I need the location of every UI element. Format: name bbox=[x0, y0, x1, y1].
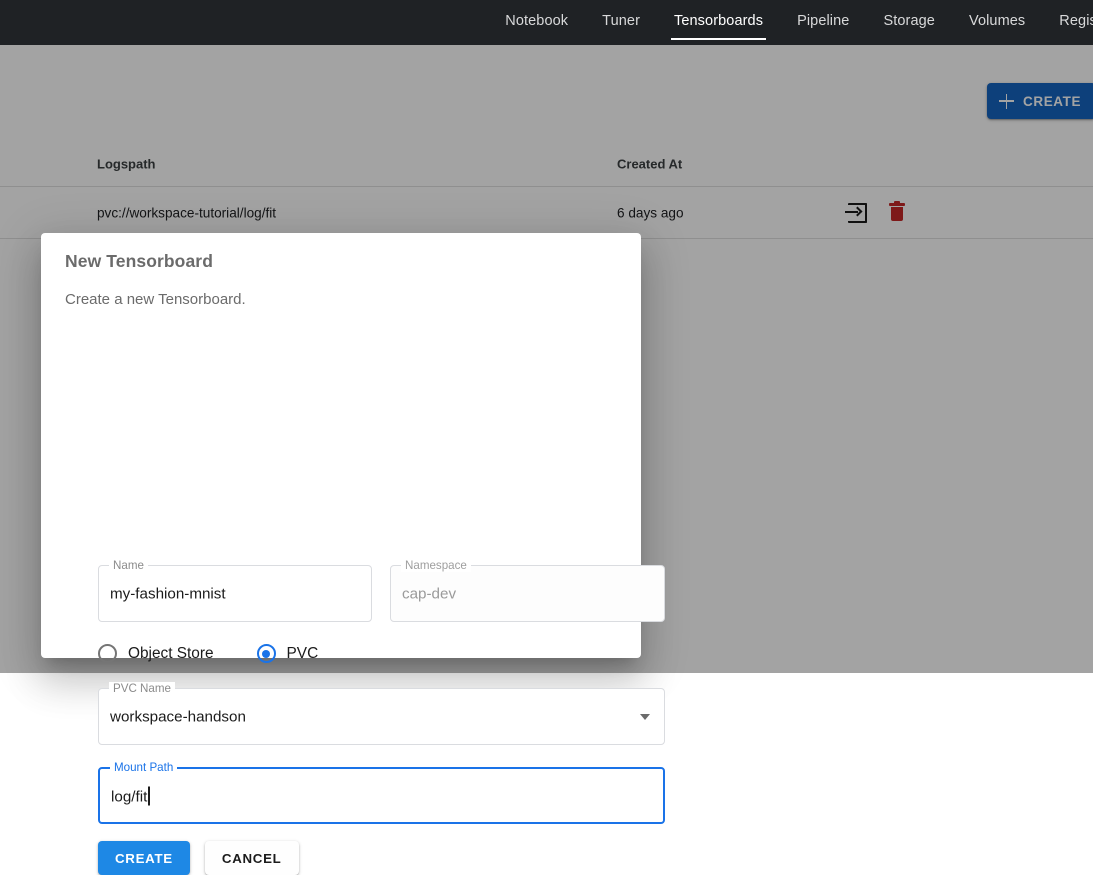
nav-tab-volumes[interactable]: Volumes bbox=[969, 11, 1025, 34]
text-cursor-icon bbox=[148, 786, 150, 805]
namespace-field-value: cap-dev bbox=[402, 585, 457, 602]
radio-label-pvc: PVC bbox=[286, 644, 319, 662]
nav-tab-notebook[interactable]: Notebook bbox=[505, 11, 568, 34]
mount-path-label: Mount Path bbox=[110, 761, 178, 774]
pvc-name-value: workspace-handson bbox=[110, 708, 246, 725]
chevron-down-icon[interactable] bbox=[640, 714, 650, 720]
namespace-field-label: Namespace bbox=[401, 559, 471, 572]
nav-tab-pipeline[interactable]: Pipeline bbox=[797, 11, 849, 34]
radio-icon-pvc bbox=[256, 644, 276, 663]
pvc-name-select[interactable]: PVC Name workspace-handson bbox=[98, 682, 665, 745]
mount-path-value: log/fit bbox=[111, 788, 148, 805]
mount-path-input[interactable]: Mount Path log/fit bbox=[98, 761, 665, 824]
radio-icon-object-store bbox=[98, 644, 117, 663]
dialog-cancel-button[interactable]: CANCEL bbox=[204, 841, 299, 875]
dialog-subtitle: Create a new Tensorboard. bbox=[65, 291, 246, 308]
dialog-action-bar: CREATE CANCEL bbox=[98, 841, 299, 875]
dialog-title: New Tensorboard bbox=[65, 251, 214, 271]
pvc-name-label: PVC Name bbox=[109, 682, 175, 695]
radio-label-object-store: Object Store bbox=[128, 644, 214, 662]
name-field-label: Name bbox=[109, 559, 148, 572]
nav-tab-storage[interactable]: Storage bbox=[883, 11, 935, 34]
namespace-field: Namespace cap-dev bbox=[390, 559, 665, 622]
radio-option-object-store[interactable]: Object Store bbox=[98, 644, 214, 663]
name-field-value: my-fashion-mnist bbox=[110, 585, 226, 602]
nav-tab-registry[interactable]: Regist bbox=[1059, 11, 1093, 34]
source-type-radio-group: Object Store PVC bbox=[98, 644, 318, 663]
nav-tab-tuner[interactable]: Tuner bbox=[602, 11, 640, 34]
nav-tab-tensorboards[interactable]: Tensorboards bbox=[670, 11, 767, 40]
new-tensorboard-dialog: New Tensorboard Create a new Tensorboard… bbox=[41, 233, 665, 875]
radio-option-pvc[interactable]: PVC bbox=[256, 644, 319, 663]
mount-path-value-wrap: log/fit bbox=[111, 786, 150, 805]
dialog-create-button[interactable]: CREATE bbox=[98, 841, 190, 875]
name-field[interactable]: Name my-fashion-mnist bbox=[98, 559, 372, 622]
top-navigation-bar: Notebook Tuner Tensorboards Pipeline Sto… bbox=[0, 0, 1093, 45]
